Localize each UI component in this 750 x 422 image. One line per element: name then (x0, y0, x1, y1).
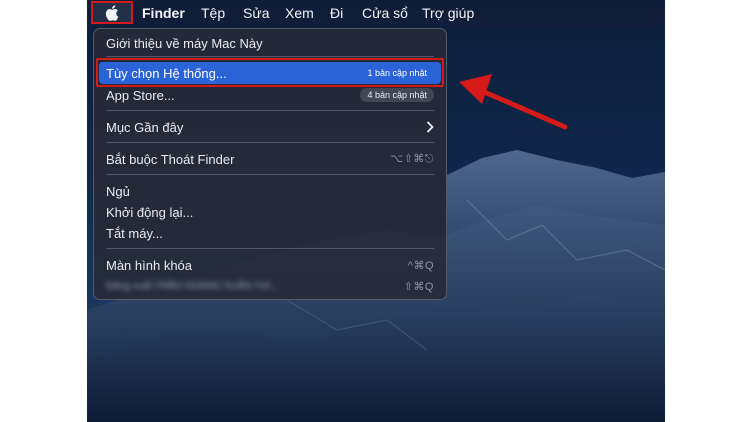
menu-separator (106, 174, 434, 175)
menu-item-logout[interactable]: Đăng xuất TRẦN HOÀNG XUÂN THI... ⇧⌘Q (106, 276, 434, 296)
menubar-item-edit[interactable]: Sửa (243, 5, 270, 21)
menu-item-restart[interactable]: Khởi động lại... (106, 202, 434, 222)
desktop: Finder Tệp Sửa Xem Đi Cửa sổ Trợ giúp Gi… (87, 0, 665, 422)
menu-item-sleep-label: Ngủ (106, 183, 130, 199)
lock-screen-shortcut: ^⌘Q (407, 259, 434, 272)
menu-item-app-store-label: App Store... (106, 87, 175, 103)
menubar-item-file[interactable]: Tệp (201, 5, 225, 21)
menu-item-lock-screen[interactable]: Màn hình khóa ^⌘Q (106, 255, 434, 275)
menu-item-force-quit[interactable]: Bắt buộc Thoát Finder ⌥⇧⌘⎋ (106, 149, 434, 169)
menu-item-recent-items-label: Mục Gần đây (106, 119, 184, 135)
apple-menu-button[interactable] (91, 1, 133, 24)
annotation-highlight-box (96, 58, 444, 87)
menu-item-shutdown-label: Tắt máy... (106, 225, 163, 241)
menu-item-restart-label: Khởi động lại... (106, 204, 194, 220)
apple-icon (105, 4, 119, 21)
menu-item-app-store[interactable]: App Store... 4 bản cập nhật (106, 85, 434, 105)
menu-item-about-label: Giới thiệu về máy Mac Này (106, 35, 263, 51)
menu-item-shutdown[interactable]: Tắt máy... (106, 223, 434, 243)
menubar-item-go[interactable]: Đi (330, 5, 343, 21)
menubar-item-help[interactable]: Trợ giúp (422, 5, 474, 21)
logout-shortcut: ⇧⌘Q (403, 280, 434, 293)
menu-item-sleep[interactable]: Ngủ (106, 181, 434, 201)
menubar-item-view[interactable]: Xem (285, 5, 314, 21)
apple-dropdown-menu: Giới thiệu về máy Mac Này Tùy chọn Hệ th… (93, 28, 447, 300)
menu-item-force-quit-label: Bắt buộc Thoát Finder (106, 151, 235, 167)
menu-item-recent-items[interactable]: Mục Gần đây (106, 117, 434, 137)
update-badge: 4 bản cập nhật (360, 88, 434, 102)
menu-separator (106, 142, 434, 143)
chevron-right-icon (426, 121, 434, 133)
menu-separator (106, 110, 434, 111)
menu-item-logout-label: Đăng xuất TRẦN HOÀNG XUÂN THI... (106, 280, 279, 292)
menu-item-lock-screen-label: Màn hình khóa (106, 257, 193, 273)
menu-separator (106, 56, 434, 57)
menubar-app-name[interactable]: Finder (142, 5, 185, 21)
force-quit-shortcut: ⌥⇧⌘⎋ (390, 153, 434, 165)
menu-separator (106, 248, 434, 249)
menubar-item-window[interactable]: Cửa sổ (362, 5, 408, 21)
menu-bar: Finder Tệp Sửa Xem Đi Cửa sổ Trợ giúp (87, 0, 665, 26)
menu-item-about[interactable]: Giới thiệu về máy Mac Này (106, 33, 434, 53)
